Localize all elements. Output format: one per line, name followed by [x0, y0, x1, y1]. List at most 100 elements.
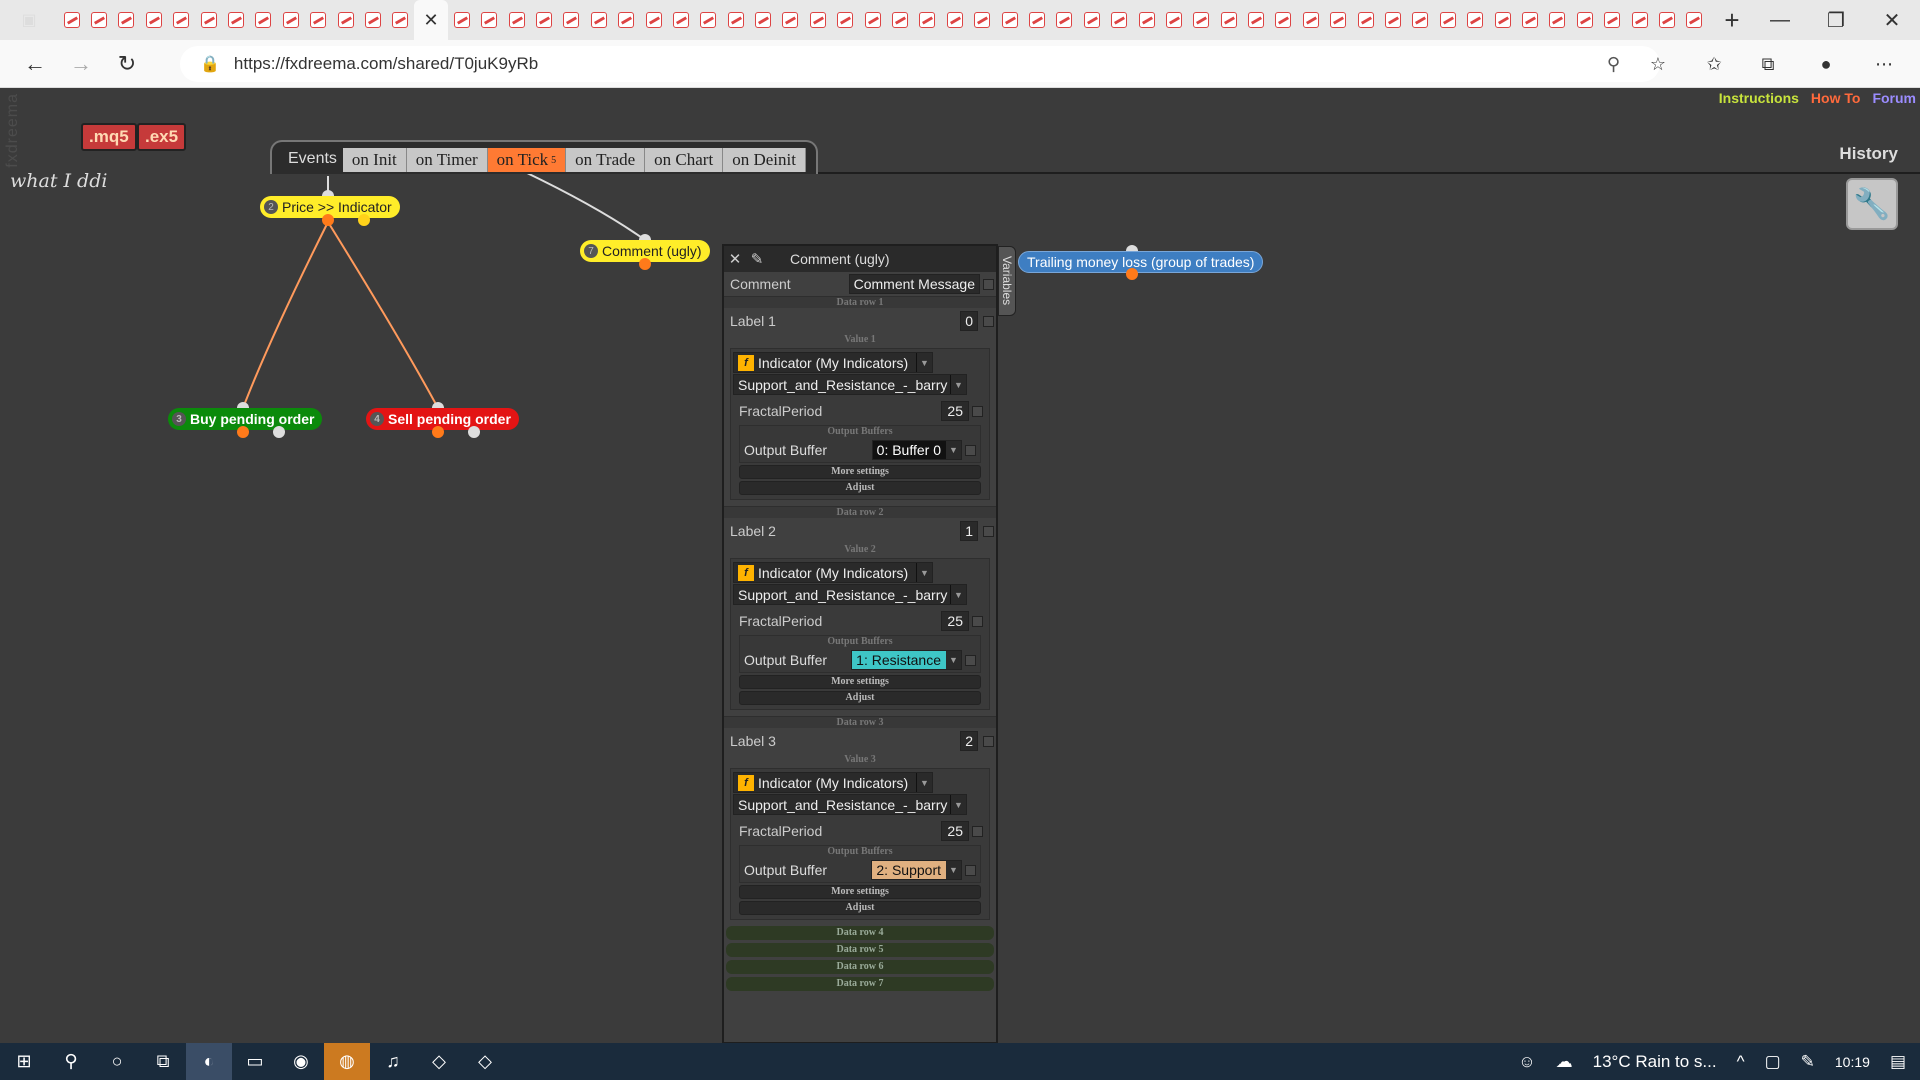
chevron-down-icon[interactable]: ▼ — [916, 353, 932, 372]
browser-tab[interactable] — [1571, 0, 1598, 40]
param-checkbox[interactable] — [972, 825, 983, 837]
close-window-icon[interactable]: ✕ — [1864, 0, 1920, 40]
browser-tab[interactable] — [1544, 0, 1571, 40]
browser-tab[interactable] — [886, 0, 913, 40]
browser-tab[interactable] — [996, 0, 1023, 40]
label-value-input[interactable]: 1 — [960, 521, 978, 541]
file-explorer-icon[interactable]: ▭ — [232, 1043, 278, 1080]
output-buffer-checkbox[interactable] — [965, 654, 976, 666]
browser-tab[interactable] — [1379, 0, 1406, 40]
vscode-icon-2[interactable]: ◇ — [462, 1043, 508, 1080]
browser-tab[interactable] — [941, 0, 968, 40]
browser-tab[interactable] — [1352, 0, 1379, 40]
chevron-up-icon[interactable]: ^ — [1737, 1052, 1745, 1072]
browser-tab[interactable] — [1105, 0, 1132, 40]
sell-block-output-2[interactable] — [468, 426, 480, 438]
browser-tab[interactable] — [1653, 0, 1680, 40]
output-buffer-checkbox[interactable] — [965, 444, 976, 456]
browser-tab[interactable] — [777, 0, 804, 40]
browser-tab[interactable] — [1133, 0, 1160, 40]
output-buffer-select[interactable]: 1: Resistance ▼ — [851, 650, 962, 670]
browser-tab[interactable] — [222, 0, 249, 40]
spotify-icon[interactable]: ♫ — [370, 1043, 416, 1080]
new-tab-button[interactable]: + — [1712, 5, 1752, 36]
browser-tab[interactable] — [804, 0, 831, 40]
data-row-header[interactable]: Data row 1 — [724, 296, 996, 308]
adjust-button[interactable]: Adjust — [739, 691, 981, 705]
param-value-input[interactable]: 25 — [941, 611, 969, 631]
refresh-icon[interactable]: ↻ — [104, 44, 150, 84]
browser-tab[interactable] — [1023, 0, 1050, 40]
collections-icon[interactable]: ⧉ — [1750, 48, 1786, 80]
browser-tab[interactable] — [1270, 0, 1297, 40]
browser-tab[interactable] — [695, 0, 722, 40]
trailing-block-output[interactable] — [1126, 268, 1138, 280]
browser-tab[interactable] — [332, 0, 359, 40]
browser-tab[interactable] — [1051, 0, 1078, 40]
browser-tab[interactable] — [475, 0, 502, 40]
indicator-type-select[interactable]: f Indicator (My Indicators) ▼ — [733, 562, 933, 583]
profile-avatar[interactable]: ● — [1808, 48, 1844, 80]
more-menu-icon[interactable]: ⋯ — [1866, 48, 1902, 80]
browser-tab[interactable] — [1188, 0, 1215, 40]
zoom-icon[interactable]: ⚲ — [1607, 54, 1620, 75]
chevron-down-icon[interactable]: ▼ — [950, 375, 966, 394]
data-row-header[interactable]: Data row 3 — [724, 716, 996, 728]
browser-tab[interactable] — [1215, 0, 1242, 40]
browser-tab[interactable] — [1489, 0, 1516, 40]
wrench-icon[interactable]: 🔧 — [1846, 178, 1898, 230]
browser-tab[interactable] — [859, 0, 886, 40]
restore-icon[interactable]: ❐ — [1808, 0, 1864, 40]
history-link[interactable]: History — [1839, 144, 1898, 164]
vscode-icon[interactable]: ◇ — [416, 1043, 462, 1080]
tab-on-init[interactable]: on Init — [342, 148, 407, 172]
indicator-type-select[interactable]: f Indicator (My Indicators) ▼ — [733, 352, 933, 373]
comment-block-output[interactable] — [639, 258, 651, 270]
indicator-name-select[interactable]: Support_and_Resistance_-_barry ▼ — [733, 584, 967, 605]
browser-tab[interactable] — [722, 0, 749, 40]
browser-tab[interactable] — [359, 0, 386, 40]
adjust-button[interactable]: Adjust — [739, 481, 981, 495]
indicator-name-select[interactable]: Support_and_Resistance_-_barry ▼ — [733, 794, 967, 815]
data-row-collapsed[interactable]: Data row 7 — [726, 977, 994, 991]
output-buffer-select[interactable]: 0: Buffer 0 ▼ — [871, 440, 962, 460]
favorites-icon[interactable]: ✩ — [1696, 48, 1732, 80]
label-value-input[interactable]: 2 — [960, 731, 978, 751]
price-block-output-no[interactable] — [358, 214, 370, 226]
browser-tab[interactable] — [168, 0, 195, 40]
notifications-icon[interactable]: ▤ — [1890, 1052, 1906, 1072]
browser-tab[interactable] — [585, 0, 612, 40]
tab-on-trade[interactable]: on Trade — [566, 148, 646, 172]
task-view-icon[interactable]: ⧉ — [140, 1043, 186, 1080]
more-settings-button[interactable]: More settings — [739, 675, 981, 689]
price-block-output-yes[interactable] — [322, 214, 334, 226]
param-checkbox[interactable] — [972, 615, 983, 627]
address-bar[interactable]: 🔒 https://fxdreema.com/shared/T0juK9yRb … — [180, 46, 1660, 82]
comment-checkbox[interactable] — [983, 278, 994, 290]
browser-tab[interactable] — [1626, 0, 1653, 40]
browser-tab[interactable] — [58, 0, 85, 40]
tab-on-tick[interactable]: on Tick 5 — [487, 148, 567, 172]
browser-tab[interactable] — [558, 0, 585, 40]
data-row-collapsed[interactable]: Data row 5 — [726, 943, 994, 957]
more-settings-button[interactable]: More settings — [739, 885, 981, 899]
browser-tab[interactable] — [1242, 0, 1269, 40]
browser-tab[interactable] — [1297, 0, 1324, 40]
chevron-down-icon[interactable]: ▼ — [946, 441, 961, 459]
browser-tab[interactable] — [969, 0, 996, 40]
buy-block-output[interactable] — [237, 426, 249, 438]
close-icon[interactable]: ✕ — [724, 250, 746, 268]
browser-tab[interactable] — [1078, 0, 1105, 40]
indicator-name-select[interactable]: Support_and_Resistance_-_barry ▼ — [733, 374, 967, 395]
edge-icon[interactable]: ◐ — [186, 1043, 232, 1080]
variables-tab[interactable]: Variables — [998, 246, 1016, 316]
forward-icon[interactable]: → — [58, 44, 104, 84]
browser-tab[interactable] — [448, 0, 475, 40]
weather-text[interactable]: 13°C Rain to s... — [1593, 1052, 1717, 1072]
browser-tab[interactable] — [250, 0, 277, 40]
chevron-down-icon[interactable]: ▼ — [916, 773, 932, 792]
search-icon[interactable]: ⚲ — [48, 1043, 94, 1080]
browser-tab[interactable] — [1160, 0, 1187, 40]
people-icon[interactable]: ☺ — [1518, 1052, 1535, 1072]
ex5-button[interactable]: .ex5 — [137, 123, 187, 151]
